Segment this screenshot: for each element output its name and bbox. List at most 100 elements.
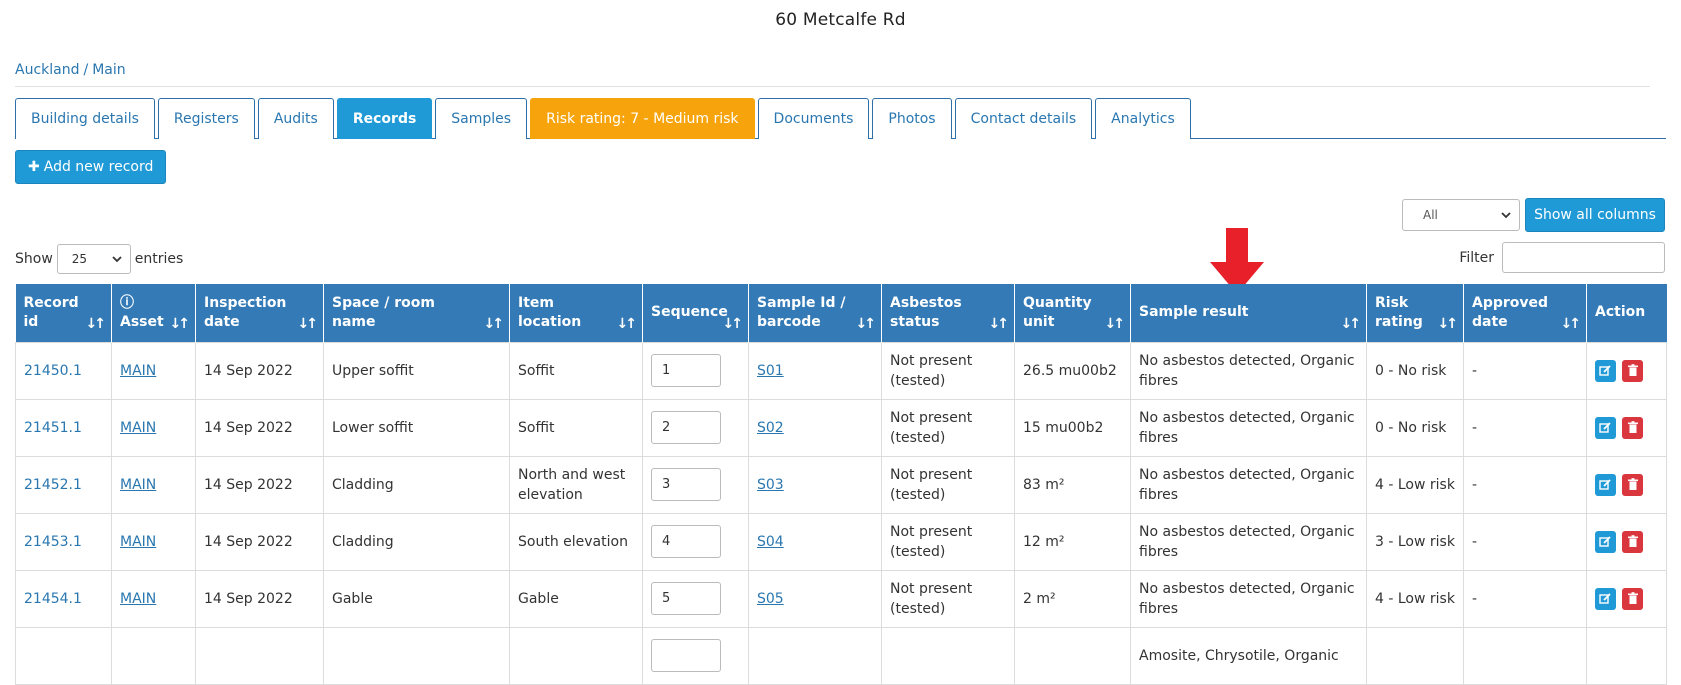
sample-id-cell: S02 (748, 398, 882, 457)
column-header-record-id[interactable]: Record id ↓↑ (15, 284, 112, 342)
column-filter-select[interactable]: All (1402, 199, 1520, 231)
column-header-item-location[interactable]: Item location ↓↑ (509, 284, 643, 342)
edit-icon[interactable] (1595, 587, 1616, 610)
sort-icon[interactable]: ↓↑ (1561, 315, 1582, 334)
column-header-sample-id[interactable]: Sample Id / barcode ↓↑ (748, 284, 882, 342)
column-header-quantity[interactable]: Quantity unit ↓↑ (1014, 284, 1131, 342)
record-id-link[interactable]: 21450.1 (24, 363, 82, 379)
asset-link[interactable]: MAIN (120, 591, 156, 607)
space-cell: Lower soffit (323, 398, 510, 457)
asset-cell: MAIN (111, 569, 196, 628)
approved-date-cell: - (1463, 398, 1587, 457)
edit-icon[interactable] (1595, 359, 1616, 382)
sample-id-link[interactable]: S01 (757, 363, 784, 379)
add-new-record-button[interactable]: ✚ Add new record (15, 150, 167, 184)
trash-icon[interactable] (1622, 587, 1643, 610)
record-id-link[interactable]: 21453.1 (24, 534, 82, 550)
sort-icon[interactable]: ↓↑ (617, 315, 638, 334)
sort-icon[interactable]: ↓↑ (723, 315, 744, 334)
sequence-input[interactable] (651, 639, 721, 672)
record-id-cell (15, 626, 112, 685)
edit-icon[interactable] (1595, 530, 1616, 553)
inspection-date-cell: 14 Sep 2022 (195, 341, 324, 400)
asbestos-status-cell: Not present (tested) (881, 455, 1015, 514)
column-header-risk-rating[interactable]: Risk rating ↓↑ (1366, 284, 1464, 342)
asset-cell: MAIN (111, 341, 196, 400)
column-header-approved-date[interactable]: Approved date ↓↑ (1463, 284, 1587, 342)
tab-documents[interactable]: Documents (757, 98, 870, 139)
sort-icon[interactable]: ↓↑ (170, 315, 191, 334)
column-header-sample-result[interactable]: Sample result ↓↑ (1130, 284, 1367, 342)
sample-id-link[interactable]: S05 (757, 591, 784, 607)
approved-date-cell: - (1463, 569, 1587, 628)
trash-icon[interactable] (1622, 530, 1643, 553)
asset-link[interactable]: MAIN (120, 477, 156, 493)
column-header-sequence[interactable]: Sequence ↓↑ (642, 284, 749, 342)
chevron-down-icon (112, 255, 122, 262)
tab-analytics[interactable]: Analytics (1095, 98, 1191, 139)
sequence-input[interactable]: 2 (651, 411, 721, 444)
sort-icon[interactable]: ↓↑ (86, 315, 107, 334)
record-id-link[interactable]: 21454.1 (24, 591, 82, 607)
tab-risk-rating[interactable]: Risk rating: 7 - Medium risk (530, 98, 755, 139)
column-header-inspection-date[interactable]: Inspection date ↓↑ (195, 284, 324, 342)
sequence-cell: 5 (642, 569, 749, 628)
table-row: 21454.1 MAIN 14 Sep 2022 Gable Gable 5 S05 Not … (15, 569, 1667, 628)
sample-id-link[interactable]: S04 (757, 534, 784, 550)
record-id-link[interactable]: 21451.1 (24, 420, 82, 436)
sort-icon[interactable]: ↓↑ (1438, 315, 1459, 334)
asset-link[interactable]: MAIN (120, 420, 156, 436)
filter-input[interactable] (1502, 242, 1665, 273)
sequence-cell: 2 (642, 398, 749, 457)
sort-icon[interactable]: ↓↑ (484, 315, 505, 334)
tab-records[interactable]: Records (336, 98, 433, 139)
tab-building-details[interactable]: Building details (15, 98, 155, 139)
record-id-cell: 21452.1 (15, 455, 112, 514)
breadcrumb-main[interactable]: Main (92, 62, 125, 78)
tab-audits[interactable]: Audits (257, 98, 334, 139)
record-id-cell: 21450.1 (15, 341, 112, 400)
sort-icon[interactable]: ↓↑ (1341, 315, 1362, 334)
edit-icon[interactable] (1595, 473, 1616, 496)
sample-id-link[interactable]: S03 (757, 477, 784, 493)
entries-control: Show 25 entries (15, 244, 183, 274)
action-cell (1586, 569, 1667, 628)
info-icon: ⓘ (120, 294, 134, 311)
trash-icon[interactable] (1622, 473, 1643, 496)
sort-icon[interactable]: ↓↑ (989, 315, 1010, 334)
sample-id-link[interactable]: S02 (757, 420, 784, 436)
sort-icon[interactable]: ↓↑ (856, 315, 877, 334)
column-header-asbestos-status[interactable]: Asbestos status ↓↑ (881, 284, 1015, 342)
item-location-cell: Soffit (509, 398, 643, 457)
column-header-space[interactable]: Space / room name ↓↑ (323, 284, 510, 342)
header-label: Quantity unit (1023, 294, 1092, 330)
tab-registers[interactable]: Registers (157, 98, 255, 139)
header-label: Asset (120, 313, 164, 330)
table-row: Amosite, Chrysotile, Organic (15, 626, 1667, 685)
entries-select[interactable]: 25 (56, 244, 131, 274)
sequence-input[interactable]: 1 (651, 354, 721, 387)
sequence-input[interactable]: 5 (651, 582, 721, 615)
record-id-cell: 21454.1 (15, 569, 112, 628)
column-header-asset[interactable]: ⓘ Asset ↓↑ (111, 284, 196, 342)
sort-icon[interactable]: ↓↑ (1105, 315, 1126, 334)
trash-icon[interactable] (1622, 359, 1643, 382)
tab-samples[interactable]: Samples (435, 98, 528, 139)
tab-photos[interactable]: Photos (872, 98, 952, 139)
breadcrumb-separator: / (83, 62, 89, 78)
trash-icon[interactable] (1622, 416, 1643, 439)
record-id-link[interactable]: 21452.1 (24, 477, 82, 493)
edit-icon[interactable] (1595, 416, 1616, 439)
sequence-input[interactable]: 4 (651, 525, 721, 558)
sample-result-cell: No asbestos detected, Organic fibres (1130, 398, 1367, 457)
asset-link[interactable]: MAIN (120, 363, 156, 379)
risk-rating-cell: 4 - Low risk (1366, 455, 1464, 514)
show-all-columns-button[interactable]: Show all columns (1525, 198, 1665, 232)
breadcrumb-auckland[interactable]: Auckland (15, 62, 79, 78)
sequence-input[interactable]: 3 (651, 468, 721, 501)
sort-icon[interactable]: ↓↑ (298, 315, 319, 334)
asbestos-status-cell: Not present (tested) (881, 512, 1015, 571)
action-cell (1586, 512, 1667, 571)
tab-contact-details[interactable]: Contact details (954, 98, 1093, 139)
asset-link[interactable]: MAIN (120, 534, 156, 550)
